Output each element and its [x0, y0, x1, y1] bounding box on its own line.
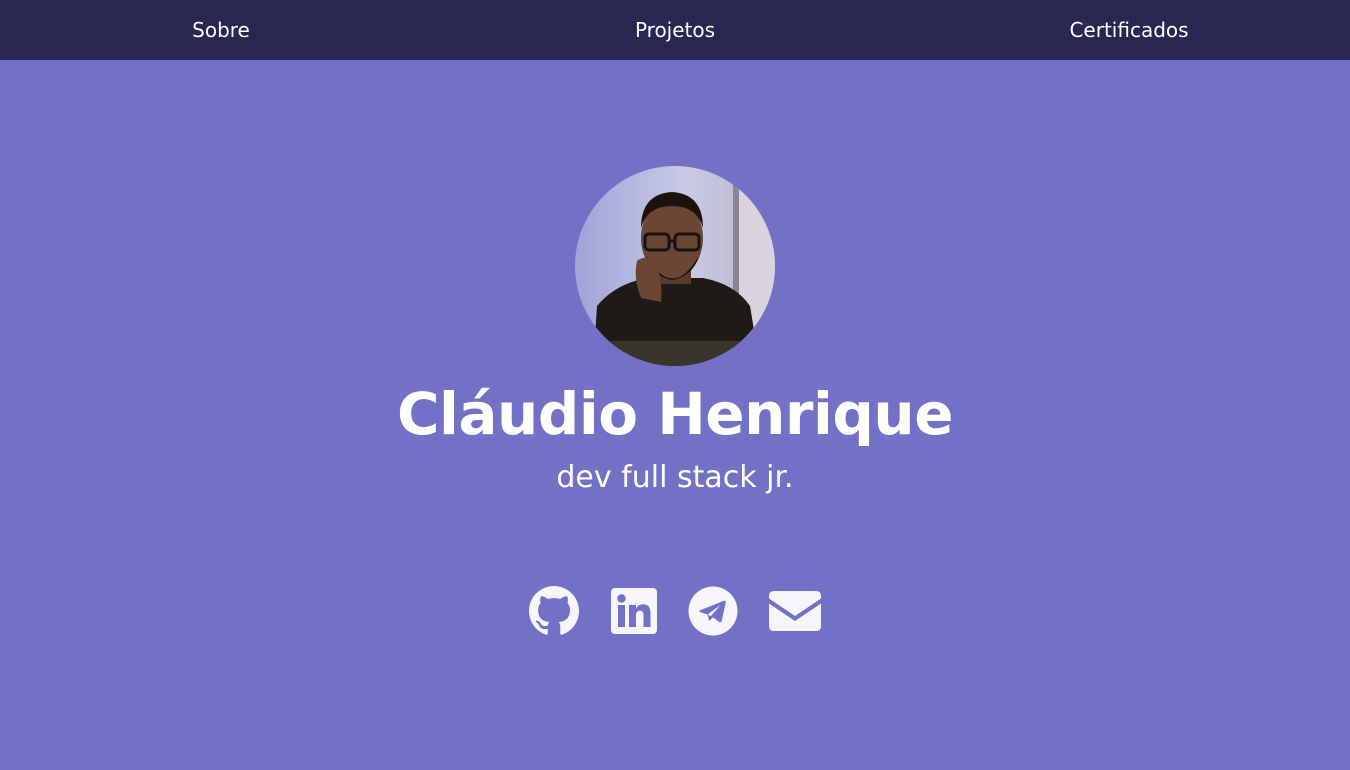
profile-name: Cláudio Henrique: [396, 380, 954, 448]
nav-link-projetos[interactable]: Projetos: [525, 0, 825, 60]
telegram-link[interactable]: [688, 586, 738, 638]
linkedin-icon: [611, 588, 657, 634]
hero-section: Cláudio Henrique dev full stack jr.: [0, 60, 1350, 770]
profile-role: dev full stack jr.: [556, 460, 794, 495]
profile-avatar: [575, 166, 775, 366]
github-link[interactable]: [529, 586, 579, 638]
nav-link-sobre[interactable]: Sobre: [71, 0, 371, 60]
telegram-icon: [688, 586, 738, 636]
github-icon: [529, 586, 579, 635]
top-navigation: Sobre Projetos Certificados: [0, 0, 1350, 60]
email-icon: [769, 591, 821, 631]
profile-photo: [575, 166, 775, 366]
linkedin-link[interactable]: [611, 586, 657, 638]
email-link[interactable]: [769, 586, 821, 638]
nav-link-certificados[interactable]: Certificados: [979, 0, 1279, 60]
